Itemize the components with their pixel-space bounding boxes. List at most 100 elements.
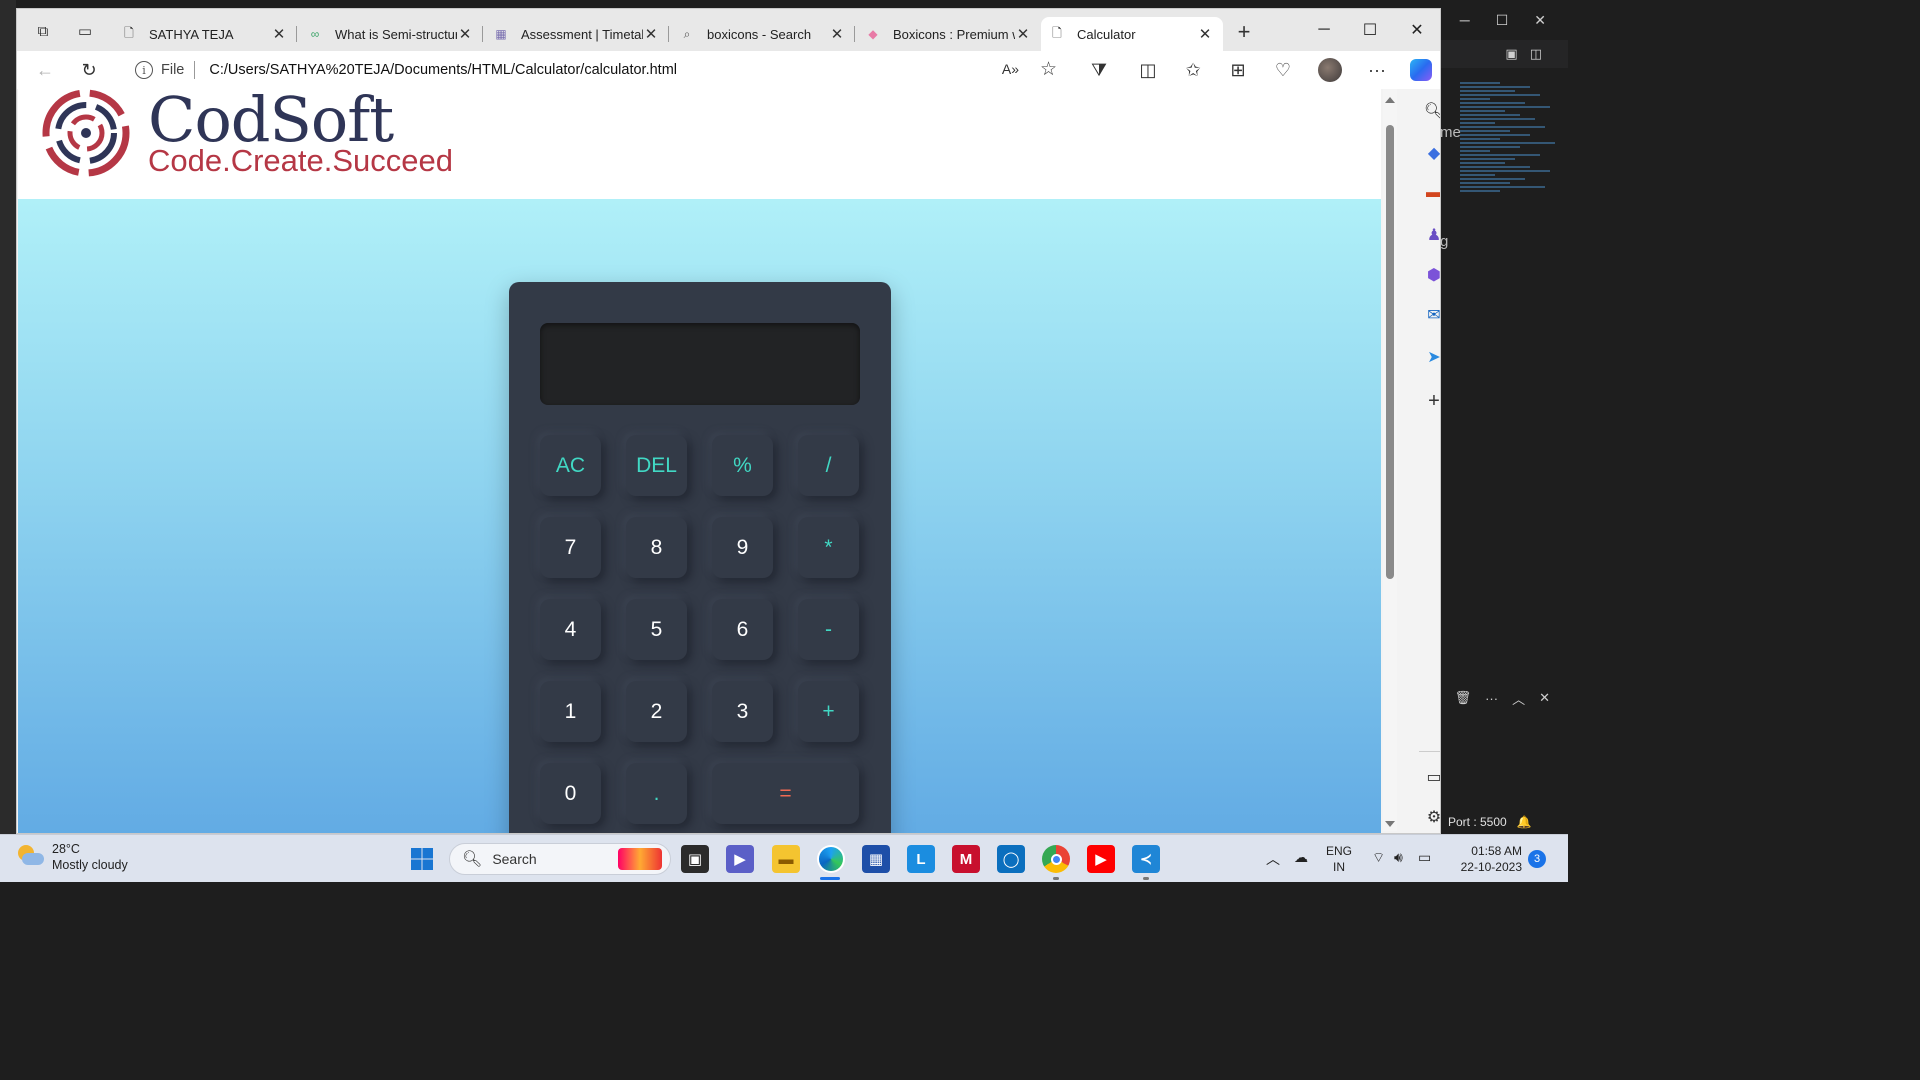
outlook-icon[interactable]: ✉ — [1422, 303, 1440, 327]
key-percent-button[interactable]: % — [712, 435, 773, 496]
key-9-button[interactable]: 9 — [712, 517, 773, 578]
minimize-icon[interactable]: ─ — [1301, 15, 1347, 45]
open-preview-icon[interactable]: ▣ — [1505, 46, 1517, 62]
volume-icon[interactable]: 🔊︎ — [1394, 849, 1403, 866]
tab-sathya-teja[interactable]: 🗋 SATHYA TEJA ✕ — [113, 17, 297, 51]
clock[interactable]: 01:58 AM 22-10-2023 — [1454, 843, 1522, 875]
key-0-button[interactable]: 0 — [540, 763, 601, 824]
tab-close-icon[interactable]: ✕ — [1015, 25, 1031, 43]
close-icon[interactable]: ✕ — [1534, 12, 1546, 29]
read-aloud-icon[interactable]: A» — [1002, 61, 1019, 77]
start-icon[interactable] — [408, 845, 436, 873]
onedrive-icon[interactable]: ☁ — [1294, 849, 1308, 866]
youtube-icon[interactable]: ▶ — [1087, 845, 1115, 873]
key-decimal-button[interactable]: . — [626, 763, 687, 824]
key-3-button[interactable]: 3 — [712, 681, 773, 742]
browser-essentials-icon[interactable]: ♡ — [1269, 57, 1297, 83]
chevron-up-icon[interactable]: ︿ — [1266, 849, 1280, 869]
collections-icon[interactable]: ⊞ — [1224, 57, 1252, 83]
key-divide-button[interactable]: / — [798, 435, 859, 496]
split-screen-icon[interactable]: ◫ — [1134, 57, 1162, 83]
file-explorer-icon[interactable]: ▬ — [772, 845, 800, 873]
tab-calculator[interactable]: 🗋 Calculator ✕ — [1041, 17, 1223, 51]
tab-boxicons-search[interactable]: ⌕ boxicons - Search ✕ — [671, 17, 855, 51]
store-icon[interactable]: ▦ — [862, 845, 890, 873]
maximize-icon[interactable]: ☐ — [1496, 12, 1509, 29]
l-app-icon[interactable]: L — [907, 845, 935, 873]
live-server-port[interactable]: Port : 5500 — [1448, 815, 1507, 829]
vertical-scrollbar[interactable] — [1383, 89, 1397, 831]
bell-icon[interactable]: 🔔 — [1517, 815, 1532, 829]
search-icon[interactable]: 🔍︎ — [1422, 99, 1440, 123]
tab-actions-icon[interactable]: ▭ — [73, 19, 97, 43]
chevron-up-icon[interactable]: ︿ — [1512, 689, 1525, 708]
key-5-button[interactable]: 5 — [626, 599, 687, 660]
workspaces-icon[interactable]: ⧉ — [31, 19, 55, 43]
vscode-minimap[interactable] — [1460, 80, 1560, 300]
tools-icon[interactable]: ▬ — [1422, 181, 1440, 205]
favorite-star-icon[interactable]: ☆ — [1040, 58, 1057, 81]
vscode-icon[interactable]: ≺ — [1132, 845, 1160, 873]
notification-badge[interactable]: 3 — [1528, 850, 1546, 868]
settings-gear-icon[interactable]: ⚙ — [1422, 805, 1440, 829]
games-icon[interactable]: ♟ — [1422, 223, 1440, 247]
hide-sidebar-icon[interactable]: ▭ — [1422, 765, 1440, 789]
key-del-button[interactable]: DEL — [626, 435, 687, 496]
tab-boxicons-premium[interactable]: ◆ Boxicons : Premium w ✕ — [857, 17, 1041, 51]
more-menu-icon[interactable]: ··· — [1363, 57, 1391, 83]
avatar[interactable] — [1316, 57, 1344, 83]
url-text[interactable]: C:/Users/SATHYA%20TEJA/Documents/HTML/Ca… — [209, 62, 677, 78]
chrome-icon[interactable] — [1042, 845, 1070, 873]
tab-close-icon[interactable]: ✕ — [829, 25, 845, 43]
favorites-icon[interactable]: ✩ — [1179, 57, 1207, 83]
task-view-icon[interactable]: ▣ — [681, 845, 709, 873]
drop-icon[interactable]: ➤ — [1422, 345, 1440, 369]
extensions-icon[interactable]: ⧩ — [1085, 57, 1113, 83]
key-multiply-button[interactable]: * — [798, 517, 859, 578]
taskbar-search[interactable]: 🔍︎ Search — [449, 843, 671, 875]
edge-icon[interactable] — [817, 845, 845, 873]
tab-close-icon[interactable]: ✕ — [457, 25, 473, 43]
key-8-button[interactable]: 8 — [626, 517, 687, 578]
tab-semi-structured[interactable]: ∞ What is Semi-structured ✕ — [299, 17, 483, 51]
info-icon[interactable]: i — [135, 61, 153, 79]
maximize-icon[interactable]: ☐ — [1347, 15, 1393, 45]
refresh-icon[interactable]: ↻ — [75, 57, 103, 83]
key-plus-button[interactable]: + — [798, 681, 859, 742]
scroll-up-icon[interactable] — [1385, 97, 1395, 103]
address-bar[interactable]: i File C:/Users/SATHYA%20TEJA/Documents/… — [121, 54, 1071, 86]
key-equals-button[interactable]: = — [712, 763, 859, 824]
tab-assessment[interactable]: ▦ Assessment | Timetable ✕ — [485, 17, 669, 51]
cortana-icon[interactable]: ◯ — [997, 845, 1025, 873]
language-indicator[interactable]: ENG IN — [1326, 843, 1352, 875]
battery-icon[interactable]: ▭ — [1418, 849, 1431, 866]
tab-close-icon[interactable]: ✕ — [271, 25, 287, 43]
tab-close-icon[interactable]: ✕ — [1197, 25, 1213, 43]
mcafee-icon[interactable]: M — [952, 845, 980, 873]
weather-widget[interactable]: 28°C Mostly cloudy — [16, 841, 128, 873]
shopping-icon[interactable]: ◆ — [1422, 141, 1440, 165]
back-icon[interactable]: ← — [31, 57, 59, 83]
microsoft-365-icon[interactable]: ⬢ — [1422, 263, 1440, 287]
close-window-icon[interactable]: ✕ — [1394, 15, 1440, 45]
new-tab-icon[interactable]: + — [1232, 19, 1256, 44]
key-4-button[interactable]: 4 — [540, 599, 601, 660]
calculator-display[interactable] — [540, 323, 860, 405]
key-2-button[interactable]: 2 — [626, 681, 687, 742]
wifi-icon[interactable]: ⌔ — [1372, 849, 1385, 867]
key-6-button[interactable]: 6 — [712, 599, 773, 660]
key-ac-button[interactable]: AC — [540, 435, 601, 496]
split-editor-icon[interactable]: ◫ — [1530, 46, 1542, 62]
key-1-button[interactable]: 1 — [540, 681, 601, 742]
key-minus-button[interactable]: - — [798, 599, 859, 660]
close-panel-icon[interactable]: ✕ — [1539, 690, 1550, 706]
trash-icon[interactable]: 🗑 — [1455, 690, 1472, 706]
key-7-button[interactable]: 7 — [540, 517, 601, 578]
minimize-icon[interactable]: ─ — [1460, 12, 1470, 28]
copilot-icon[interactable] — [1407, 57, 1435, 83]
tab-close-icon[interactable]: ✕ — [643, 25, 659, 43]
scroll-thumb[interactable] — [1386, 125, 1394, 579]
more-icon[interactable]: ··· — [1485, 691, 1498, 706]
add-icon[interactable]: + — [1422, 389, 1440, 413]
scroll-down-icon[interactable] — [1385, 821, 1395, 827]
